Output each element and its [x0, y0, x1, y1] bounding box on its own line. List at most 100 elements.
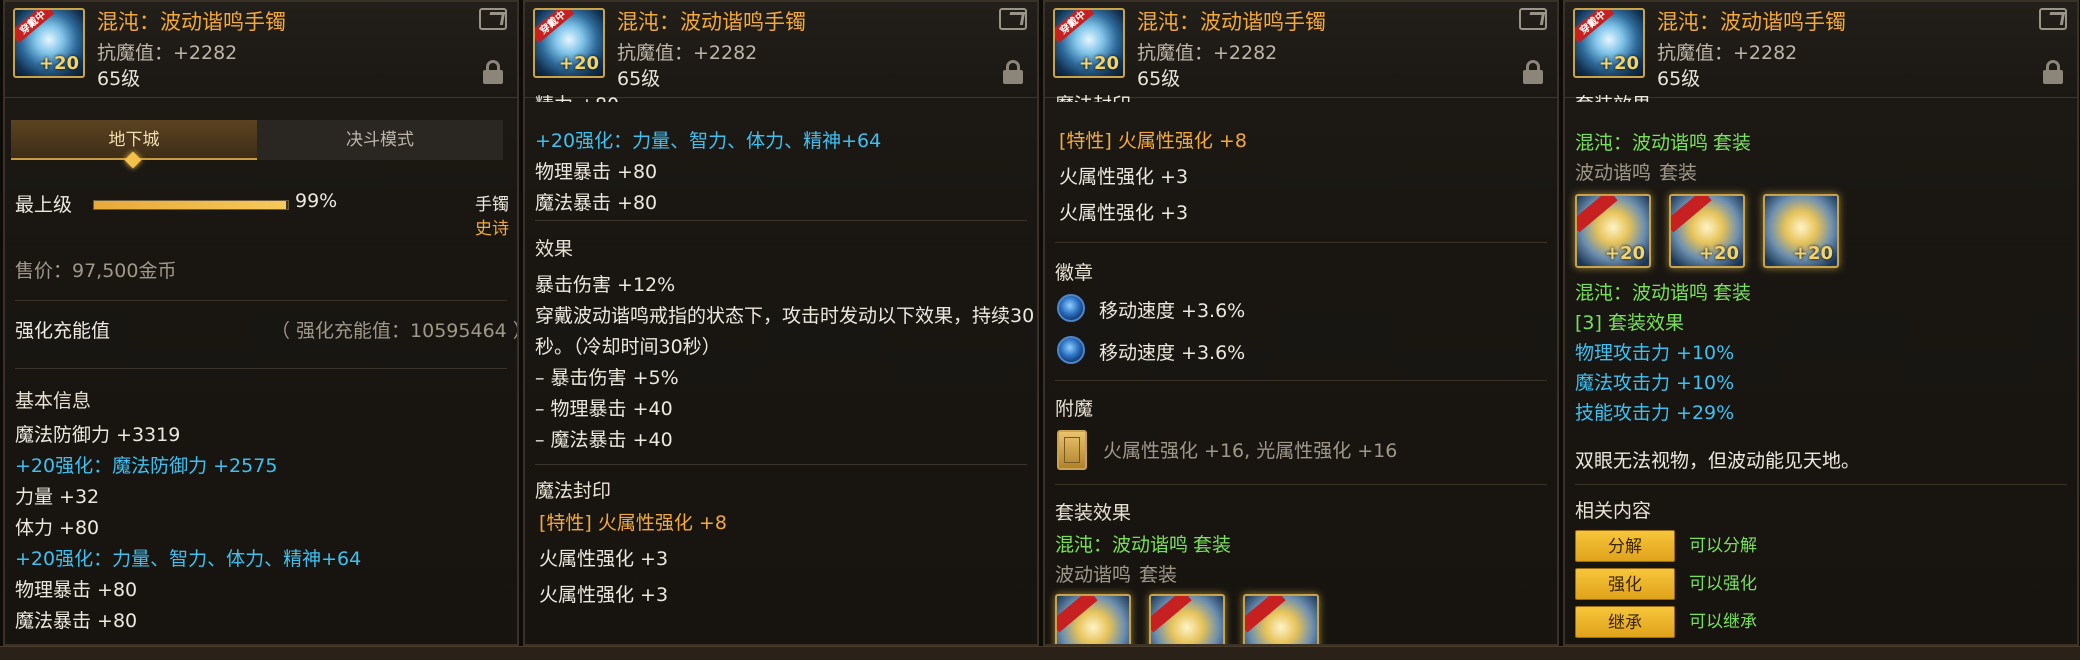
stat-line: 体力 +80 [15, 517, 100, 539]
set-piece-icon[interactable]: +20 [1575, 194, 1651, 268]
stat-line: 火属性强化 +3 [539, 584, 669, 606]
item-stat: 抗魔值：+2282 [1137, 42, 1278, 64]
stat-line: 穿戴波动谐鸣戒指的状态下，攻击时发动以下效果，持续30 [535, 305, 1035, 327]
emblem-stat: 移动速度 +3.6% [1099, 300, 1246, 322]
action-note: 可以继承 [1689, 612, 1757, 632]
item-header: 穿戴中 +20 混沌：波动谐鸣手镯 抗魔值：+2282 65级 [1045, 2, 1557, 98]
set-piece-icon[interactable]: +20 [1763, 194, 1839, 268]
action-note: 可以分解 [1689, 536, 1757, 556]
enhance-level-badge: +20 [558, 53, 599, 74]
set-suffix: 套装 [1713, 132, 1752, 154]
set-title: 套装效果 [1055, 502, 1132, 524]
grade-label: 最上级 [15, 194, 73, 216]
share-icon[interactable] [2039, 8, 2067, 30]
stat-line: [特性] 火属性强化 +8 [539, 512, 727, 534]
set-piece-icon[interactable] [1055, 594, 1131, 644]
share-icon[interactable] [1519, 8, 1547, 30]
item-level: 65级 [1657, 68, 1701, 90]
bracelet-item-icon[interactable]: 穿戴中 +20 [1573, 8, 1645, 78]
slot-label: 手镯 [475, 195, 509, 215]
item-name: 混沌：波动谐鸣手镯 [97, 10, 286, 34]
disassemble-button[interactable]: 分解 [1575, 530, 1675, 562]
set-sub-suffix: 套装 [1139, 564, 1178, 586]
item-header: 穿戴中 +20 混沌：波动谐鸣手镯 抗魔值：+2282 65级 [5, 2, 517, 98]
enhance-level-badge: +20 [1078, 53, 1119, 74]
enchant-card-icon[interactable] [1057, 430, 1087, 470]
stat-line: 物理暴击 +80 [535, 161, 658, 183]
lock-icon[interactable] [1003, 60, 1023, 84]
blue-emblem-icon[interactable] [1057, 294, 1085, 322]
share-icon[interactable] [479, 8, 507, 30]
stat-line: 火属性强化 +3 [1059, 202, 1189, 224]
item-name: 混沌：波动谐鸣手镯 [1657, 10, 1846, 34]
sell-price: 售价：97,500金币 [15, 260, 177, 282]
item-header: 穿戴中 +20 混沌：波动谐鸣手镯 抗魔值：+2282 65级 [525, 2, 1037, 98]
set-effect: 物理攻击力 +10% [1575, 342, 1735, 364]
set-piece-icon[interactable] [1149, 594, 1225, 644]
stat-line: +20强化：力量、智力、体力、精神+64 [535, 130, 882, 152]
grade-bar [93, 200, 289, 210]
set-sub-name: 波动谐鸣 [1575, 162, 1652, 184]
item-name: 混沌：波动谐鸣手镯 [617, 10, 806, 34]
blue-emblem-icon[interactable] [1057, 336, 1085, 364]
background-strip [0, 646, 2080, 660]
stat-line: [特性] 火属性强化 +8 [1059, 130, 1247, 152]
charge-label: 强化充能值 [15, 320, 111, 342]
effect-title: 效果 [535, 238, 574, 260]
set-suffix: 套装 [1713, 282, 1752, 304]
item-stat: 抗魔值：+2282 [1657, 42, 1798, 64]
tooltip-panel-3: 穿戴中 +20 混沌：波动谐鸣手镯 抗魔值：+2282 65级 魔法封印 [特性… [1043, 0, 1559, 646]
stat-line: +20强化：魔法防御力 +2575 [15, 455, 278, 477]
stat-line: 秒。（冷却时间30秒） [535, 336, 721, 358]
set-piece-icon[interactable] [1243, 594, 1319, 644]
item-level: 65级 [617, 68, 661, 90]
stat-line: +20强化：力量、智力、体力、精神+64 [15, 548, 362, 570]
inherit-button[interactable]: 继承 [1575, 606, 1675, 638]
set-effect: 技能攻击力 +29% [1575, 402, 1735, 424]
enhance-button[interactable]: 强化 [1575, 568, 1675, 600]
partial-line: 精力 +80 [535, 90, 619, 102]
set-sub-name: 波动谐鸣 [1055, 564, 1132, 586]
stat-line: 力量 +32 [15, 486, 100, 508]
action-note: 可以强化 [1689, 574, 1757, 594]
enhance-level-badge: +20 [38, 53, 79, 74]
set-effect-title: [3] 套装效果 [1575, 312, 1684, 334]
tooltip-panel-4: 穿戴中 +20 混沌：波动谐鸣手镯 抗魔值：+2282 65级 套装效果 混沌：… [1563, 0, 2079, 646]
enhance-level-badge: +20 [1598, 53, 1639, 74]
share-icon[interactable] [999, 8, 1027, 30]
item-name: 混沌：波动谐鸣手镯 [1137, 10, 1326, 34]
item-level: 65级 [97, 68, 141, 90]
enchant-text: 火属性强化 +16, 光属性强化 +16 [1103, 440, 1398, 462]
stat-line: 火属性强化 +3 [1059, 166, 1189, 188]
partial-line: 魔法封印 [1055, 90, 1131, 102]
charge-value: （ 强化充能值：10595464 ） [271, 320, 519, 342]
set-effect: 魔法攻击力 +10% [1575, 372, 1735, 394]
bracelet-item-icon[interactable]: 穿戴中 +20 [533, 8, 605, 78]
set-sub-suffix: 套装 [1659, 162, 1698, 184]
bracelet-item-icon[interactable]: 穿戴中 +20 [1053, 8, 1125, 78]
basic-info-title: 基本信息 [15, 390, 92, 412]
item-stat: 抗魔值：+2282 [617, 42, 758, 64]
lock-icon[interactable] [483, 60, 503, 84]
item-stat: 抗魔值：+2282 [97, 42, 238, 64]
set-name: 混沌：波动谐鸣 [1575, 282, 1709, 304]
bracelet-item-icon[interactable]: 穿戴中 +20 [13, 8, 85, 78]
lock-icon[interactable] [1523, 60, 1543, 84]
related-title: 相关内容 [1575, 500, 1652, 522]
set-suffix: 套装 [1193, 534, 1232, 556]
tooltip-panel-2: 穿戴中 +20 混沌：波动谐鸣手镯 抗魔值：+2282 65级 精力 +80 +… [523, 0, 1039, 646]
flavor-text: 双眼无法视物，但波动能见天地。 [1575, 450, 1861, 472]
stat-line: 魔法暴击 +80 [15, 610, 138, 632]
emblem-stat: 移动速度 +3.6% [1099, 342, 1246, 364]
stat-line: 魔法防御力 +3319 [15, 424, 181, 446]
partial-line: 套装效果 [1575, 90, 1651, 102]
magic-seal-title: 魔法封印 [535, 480, 612, 502]
tab-pvp[interactable]: 决斗模式 [257, 120, 503, 160]
set-name: 混沌：波动谐鸣 [1055, 534, 1189, 556]
stat-line: 物理暴击 +80 [15, 579, 138, 601]
item-header: 穿戴中 +20 混沌：波动谐鸣手镯 抗魔值：+2282 65级 [1565, 2, 2077, 98]
stat-line: – 魔法暴击 +40 [535, 429, 673, 451]
set-piece-icon[interactable]: +20 [1669, 194, 1745, 268]
enchant-title: 附魔 [1055, 398, 1094, 420]
lock-icon[interactable] [2043, 60, 2063, 84]
